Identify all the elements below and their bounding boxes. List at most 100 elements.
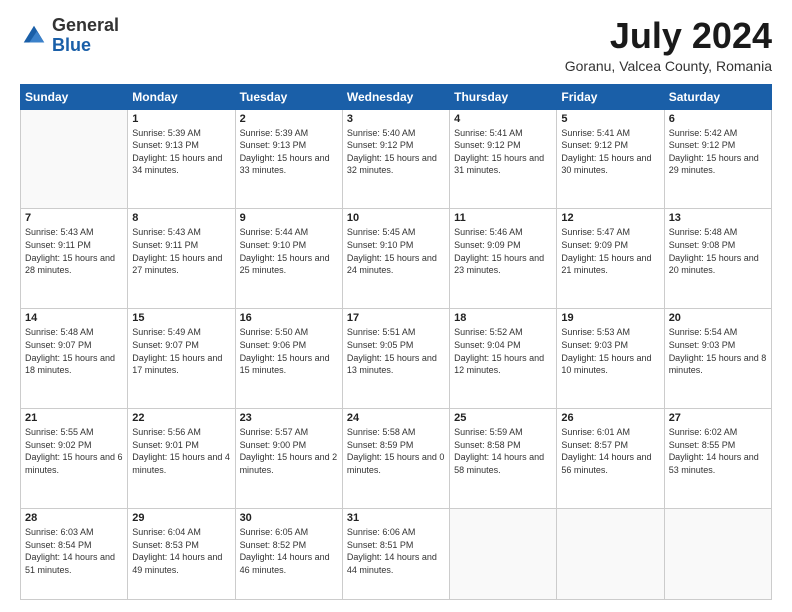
cell-date: 1 (132, 113, 230, 125)
calendar-day-header: Wednesday (342, 84, 449, 109)
cell-info: Sunrise: 5:52 AMSunset: 9:04 PMDaylight:… (454, 326, 552, 376)
cell-info: Sunrise: 5:51 AMSunset: 9:05 PMDaylight:… (347, 326, 445, 376)
calendar-cell: 6 Sunrise: 5:42 AMSunset: 9:12 PMDaylight… (664, 109, 771, 209)
calendar-day-header: Monday (128, 84, 235, 109)
calendar-cell (664, 509, 771, 600)
cell-info: Sunrise: 6:04 AMSunset: 8:53 PMDaylight:… (132, 526, 230, 576)
calendar-cell: 27 Sunrise: 6:02 AMSunset: 8:55 PMDayligh… (664, 409, 771, 509)
cell-date: 19 (561, 312, 659, 324)
cell-date: 15 (132, 312, 230, 324)
calendar-cell: 3 Sunrise: 5:40 AMSunset: 9:12 PMDaylight… (342, 109, 449, 209)
calendar-cell: 19 Sunrise: 5:53 AMSunset: 9:03 PMDayligh… (557, 309, 664, 409)
cell-date: 14 (25, 312, 123, 324)
cell-date: 7 (25, 212, 123, 224)
cell-date: 20 (669, 312, 767, 324)
calendar-cell: 23 Sunrise: 5:57 AMSunset: 9:00 PMDayligh… (235, 409, 342, 509)
calendar-cell: 5Sunrise: 5:41 AMSunset: 9:12 PMDaylight… (557, 109, 664, 209)
calendar-week-row: 7 Sunrise: 5:43 AMSunset: 9:11 PMDaylight… (21, 209, 772, 309)
calendar-cell: 31Sunrise: 6:06 AMSunset: 8:51 PMDayligh… (342, 509, 449, 600)
calendar-cell (450, 509, 557, 600)
calendar-week-row: 1 Sunrise: 5:39 AMSunset: 9:13 PMDaylight… (21, 109, 772, 209)
calendar-cell: 13Sunrise: 5:48 AMSunset: 9:08 PMDayligh… (664, 209, 771, 309)
cell-info: Sunrise: 5:58 AMSunset: 8:59 PMDaylight:… (347, 426, 445, 476)
calendar-week-row: 28Sunrise: 6:03 AMSunset: 8:54 PMDayligh… (21, 509, 772, 600)
calendar-cell: 28Sunrise: 6:03 AMSunset: 8:54 PMDayligh… (21, 509, 128, 600)
cell-info: Sunrise: 5:46 AMSunset: 9:09 PMDaylight:… (454, 226, 552, 276)
location: Goranu, Valcea County, Romania (565, 58, 772, 74)
cell-info: Sunrise: 5:49 AMSunset: 9:07 PMDaylight:… (132, 326, 230, 376)
cell-info: Sunrise: 5:47 AMSunset: 9:09 PMDaylight:… (561, 226, 659, 276)
cell-info: Sunrise: 5:42 AMSunset: 9:12 PMDaylight:… (669, 127, 767, 177)
calendar-cell: 11 Sunrise: 5:46 AMSunset: 9:09 PMDayligh… (450, 209, 557, 309)
cell-info: Sunrise: 5:53 AMSunset: 9:03 PMDaylight:… (561, 326, 659, 376)
logo-text: General Blue (52, 16, 119, 56)
calendar-cell: 15 Sunrise: 5:49 AMSunset: 9:07 PMDayligh… (128, 309, 235, 409)
header: General Blue July 2024 Goranu, Valcea Co… (20, 16, 772, 74)
cell-info: Sunrise: 5:41 AMSunset: 9:12 PMDaylight:… (561, 127, 659, 177)
cell-info: Sunrise: 5:50 AMSunset: 9:06 PMDaylight:… (240, 326, 338, 376)
cell-info: Sunrise: 5:59 AMSunset: 8:58 PMDaylight:… (454, 426, 552, 476)
cell-info: Sunrise: 5:44 AMSunset: 9:10 PMDaylight:… (240, 226, 338, 276)
cell-date: 12 (561, 212, 659, 224)
calendar-cell: 10Sunrise: 5:45 AMSunset: 9:10 PMDayligh… (342, 209, 449, 309)
calendar-cell: 26Sunrise: 6:01 AMSunset: 8:57 PMDayligh… (557, 409, 664, 509)
cell-date: 26 (561, 412, 659, 424)
title-block: July 2024 Goranu, Valcea County, Romania (565, 16, 772, 74)
calendar-day-header: Saturday (664, 84, 771, 109)
calendar-cell: 24 Sunrise: 5:58 AMSunset: 8:59 PMDayligh… (342, 409, 449, 509)
cell-date: 13 (669, 212, 767, 224)
cell-info: Sunrise: 5:43 AMSunset: 9:11 PMDaylight:… (25, 226, 123, 276)
cell-info: Sunrise: 5:55 AMSunset: 9:02 PMDaylight:… (25, 426, 123, 476)
cell-date: 29 (132, 512, 230, 524)
calendar-cell: 20 Sunrise: 5:54 AMSunset: 9:03 PMDayligh… (664, 309, 771, 409)
calendar-cell: 25Sunrise: 5:59 AMSunset: 8:58 PMDayligh… (450, 409, 557, 509)
cell-date: 11 (454, 212, 552, 224)
calendar-cell: 7 Sunrise: 5:43 AMSunset: 9:11 PMDaylight… (21, 209, 128, 309)
cell-date: 6 (669, 113, 767, 125)
logo-general: General (52, 15, 119, 35)
page: General Blue July 2024 Goranu, Valcea Co… (0, 0, 792, 612)
cell-date: 22 (132, 412, 230, 424)
calendar-cell (21, 109, 128, 209)
cell-date: 21 (25, 412, 123, 424)
cell-date: 27 (669, 412, 767, 424)
calendar-cell: 9 Sunrise: 5:44 AMSunset: 9:10 PMDaylight… (235, 209, 342, 309)
cell-info: Sunrise: 5:56 AMSunset: 9:01 PMDaylight:… (132, 426, 230, 476)
cell-date: 8 (132, 212, 230, 224)
calendar-day-header: Friday (557, 84, 664, 109)
calendar-cell: 16Sunrise: 5:50 AMSunset: 9:06 PMDayligh… (235, 309, 342, 409)
calendar-cell: 8Sunrise: 5:43 AMSunset: 9:11 PMDaylight… (128, 209, 235, 309)
cell-info: Sunrise: 6:05 AMSunset: 8:52 PMDaylight:… (240, 526, 338, 576)
calendar-cell (557, 509, 664, 600)
calendar-cell: 29 Sunrise: 6:04 AMSunset: 8:53 PMDayligh… (128, 509, 235, 600)
calendar-cell: 4Sunrise: 5:41 AMSunset: 9:12 PMDaylight… (450, 109, 557, 209)
calendar-cell: 17Sunrise: 5:51 AMSunset: 9:05 PMDayligh… (342, 309, 449, 409)
cell-info: Sunrise: 5:48 AMSunset: 9:07 PMDaylight:… (25, 326, 123, 376)
logo-icon (20, 22, 48, 50)
calendar-cell: 22 Sunrise: 5:56 AMSunset: 9:01 PMDayligh… (128, 409, 235, 509)
cell-date: 10 (347, 212, 445, 224)
cell-info: Sunrise: 5:41 AMSunset: 9:12 PMDaylight:… (454, 127, 552, 177)
cell-date: 28 (25, 512, 123, 524)
cell-info: Sunrise: 6:02 AMSunset: 8:55 PMDaylight:… (669, 426, 767, 476)
month-title: July 2024 (565, 16, 772, 56)
calendar-header-row: SundayMondayTuesdayWednesdayThursdayFrid… (21, 84, 772, 109)
calendar-cell: 30 Sunrise: 6:05 AMSunset: 8:52 PMDayligh… (235, 509, 342, 600)
logo: General Blue (20, 16, 119, 56)
cell-date: 9 (240, 212, 338, 224)
cell-date: 24 (347, 412, 445, 424)
cell-info: Sunrise: 5:40 AMSunset: 9:12 PMDaylight:… (347, 127, 445, 177)
logo-blue: Blue (52, 35, 91, 55)
cell-date: 23 (240, 412, 338, 424)
calendar-week-row: 21 Sunrise: 5:55 AMSunset: 9:02 PMDayligh… (21, 409, 772, 509)
calendar-cell: 21 Sunrise: 5:55 AMSunset: 9:02 PMDayligh… (21, 409, 128, 509)
cell-date: 3 (347, 113, 445, 125)
cell-info: Sunrise: 5:39 AMSunset: 9:13 PMDaylight:… (132, 127, 230, 177)
calendar-cell: 18Sunrise: 5:52 AMSunset: 9:04 PMDayligh… (450, 309, 557, 409)
calendar-day-header: Sunday (21, 84, 128, 109)
cell-date: 31 (347, 512, 445, 524)
cell-info: Sunrise: 5:54 AMSunset: 9:03 PMDaylight:… (669, 326, 767, 376)
cell-date: 30 (240, 512, 338, 524)
cell-info: Sunrise: 5:57 AMSunset: 9:00 PMDaylight:… (240, 426, 338, 476)
calendar-day-header: Tuesday (235, 84, 342, 109)
